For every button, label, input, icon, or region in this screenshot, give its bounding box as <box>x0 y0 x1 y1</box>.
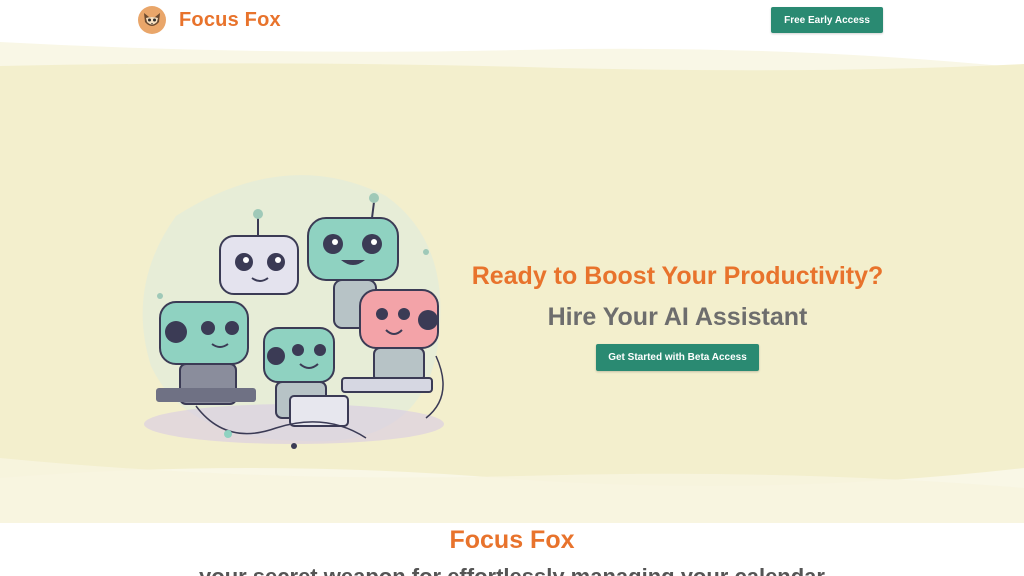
brand-logo-link[interactable]: Focus Fox <box>138 6 281 34</box>
fox-logo-icon <box>138 6 166 34</box>
section-subtitle: your secret weapon for effortlessly mana… <box>0 564 1024 576</box>
brand-name: Focus Fox <box>179 8 281 31</box>
get-started-button[interactable]: Get Started with Beta Access <box>596 344 759 371</box>
hero-subhead: Hire Your AI Assistant <box>547 302 808 331</box>
hero-headline: Ready to Boost Your Productivity? <box>471 262 884 290</box>
hero-text: Ready to Boost Your Productivity? Hire Y… <box>470 262 885 371</box>
site-header: Focus Fox Free Early Access <box>0 0 1024 40</box>
section-title: Focus Fox <box>449 526 575 554</box>
robots-illustration <box>136 156 452 466</box>
hero-section: Ready to Boost Your Productivity? Hire Y… <box>0 38 1024 523</box>
free-early-access-button[interactable]: Free Early Access <box>771 7 883 33</box>
